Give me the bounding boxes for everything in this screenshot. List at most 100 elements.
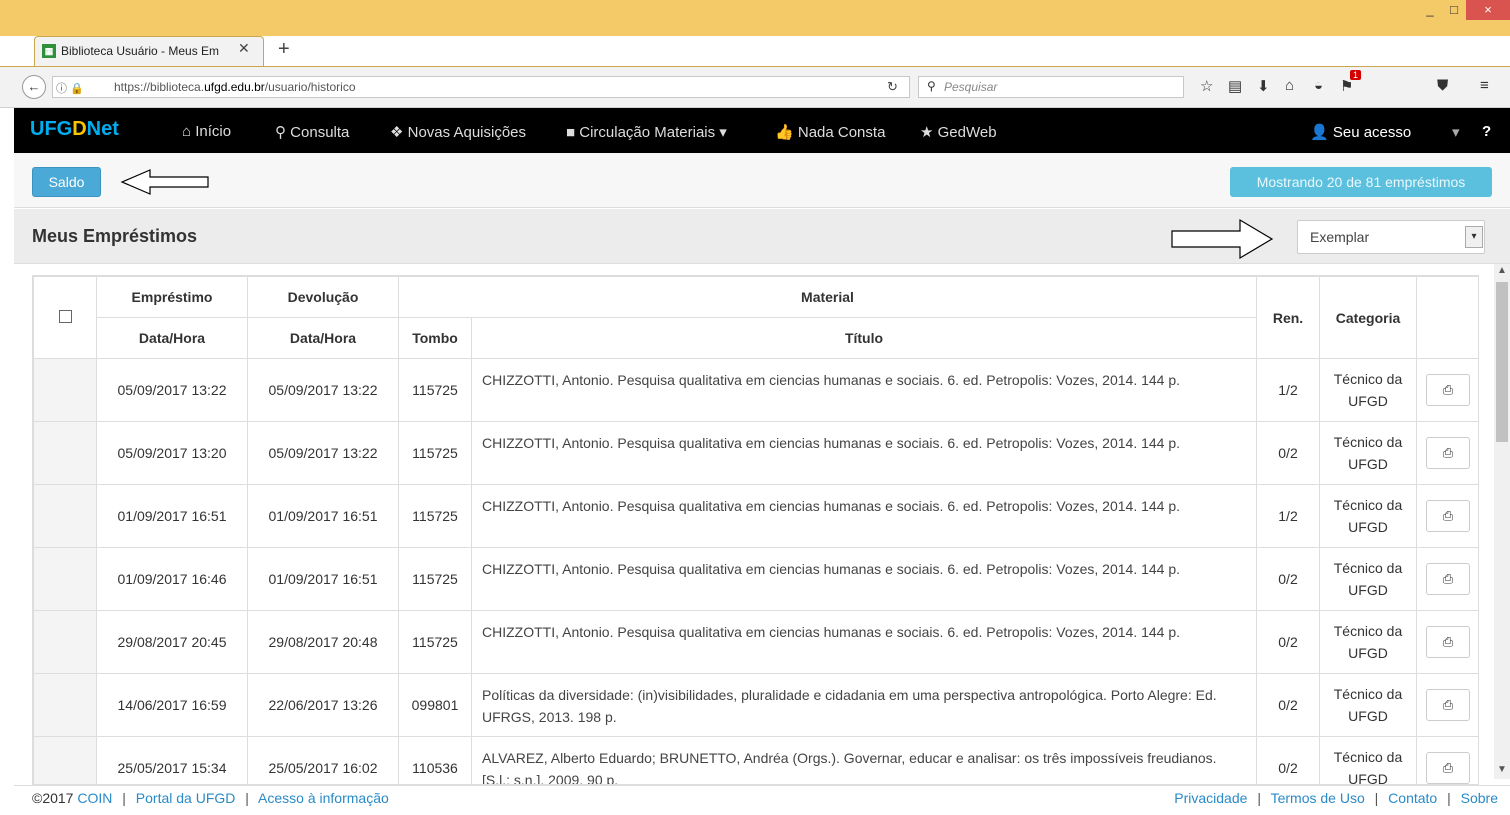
titulo-cell: CHIZZOTTI, Antonio. Pesquisa qualitativa… bbox=[471, 547, 1257, 611]
print-button[interactable]: ⎙ bbox=[1426, 689, 1470, 721]
print-button[interactable]: ⎙ bbox=[1426, 563, 1470, 595]
nav-item-inicio[interactable]: ⌂ Início bbox=[182, 123, 231, 140]
window-controls: _ □ × bbox=[1418, 0, 1510, 22]
nav-item-circulacao[interactable]: ■ Circulação Materiais ▾ bbox=[566, 123, 727, 141]
back-button[interactable]: ← bbox=[22, 75, 46, 99]
titulo-cell: Políticas da diversidade: (in)visibilida… bbox=[471, 673, 1257, 737]
row-select-cell bbox=[33, 421, 97, 485]
print-button[interactable]: ⎙ bbox=[1426, 626, 1470, 658]
coin-link[interactable]: COIN bbox=[77, 790, 112, 806]
nav-item-consulta[interactable]: ⚲ Consulta bbox=[275, 123, 349, 141]
titulo-cell: CHIZZOTTI, Antonio. Pesquisa qualitativa… bbox=[471, 610, 1257, 674]
download-icon[interactable]: ⬇ bbox=[1257, 77, 1270, 95]
reload-icon[interactable]: ↻ bbox=[887, 79, 898, 95]
menu-icon[interactable]: ≡ bbox=[1480, 77, 1489, 94]
ren-cell: 0/2 bbox=[1256, 673, 1320, 737]
titulo-cell: ALVAREZ, Alberto Eduardo; BRUNETTO, Andr… bbox=[471, 736, 1257, 784]
devolucao-cell: 22/06/2017 13:26 bbox=[247, 673, 399, 737]
new-tab-button[interactable]: + bbox=[278, 38, 290, 61]
bag-icon[interactable]: ⛊ bbox=[1437, 77, 1448, 94]
chevron-down-icon[interactable]: ▾ bbox=[1465, 226, 1483, 248]
tombo-cell: 110536 bbox=[398, 736, 472, 784]
table-row: 05/09/2017 13:22 05/09/2017 13:22 115725 CH… bbox=[33, 358, 1478, 422]
categoria-cell: Técnico da UFGD bbox=[1319, 421, 1417, 485]
print-button[interactable]: ⎙ bbox=[1426, 374, 1470, 406]
favicon-icon: ▦ bbox=[42, 44, 56, 58]
results-count-badge: Mostrando 20 de 81 empréstimos bbox=[1230, 167, 1492, 197]
site-info-icon[interactable]: ⓘ 🔒 bbox=[56, 80, 84, 96]
reading-list-icon[interactable]: ▤ bbox=[1228, 77, 1242, 95]
footer-separator: | bbox=[1257, 790, 1261, 806]
user-icon: 👤 bbox=[1310, 124, 1329, 141]
titulo-cell: CHIZZOTTI, Antonio. Pesquisa qualitativa… bbox=[471, 421, 1257, 485]
url-text[interactable]: https://biblioteca.ufgd.edu.br/usuario/h… bbox=[114, 80, 356, 94]
print-cell: ⎙ bbox=[1416, 736, 1478, 784]
nav-item-novas-aquisicoes[interactable]: ❖ Novas Aquisições bbox=[390, 123, 526, 141]
home-icon[interactable]: ⌂ bbox=[1285, 77, 1294, 94]
footer-separator: | bbox=[245, 790, 249, 806]
print-icon: ⎙ bbox=[1442, 445, 1454, 460]
logo[interactable]: UFGDNet bbox=[30, 118, 119, 141]
devolucao-cell: 29/08/2017 20:48 bbox=[247, 610, 399, 674]
titulo-cell: CHIZZOTTI, Antonio. Pesquisa qualitativa… bbox=[471, 358, 1257, 422]
help-link[interactable]: ? bbox=[1482, 123, 1491, 140]
close-window-button[interactable]: × bbox=[1466, 0, 1510, 20]
contato-link[interactable]: Contato bbox=[1388, 790, 1437, 806]
print-button[interactable]: ⎙ bbox=[1426, 437, 1470, 469]
categoria-cell: Técnico da UFGD bbox=[1319, 673, 1417, 737]
pocket-icon[interactable]: ◒ bbox=[1314, 77, 1323, 94]
row-select-cell bbox=[33, 358, 97, 422]
notification-icon[interactable]: ⚑ 1 bbox=[1340, 70, 1362, 95]
tombo-cell: 115725 bbox=[398, 421, 472, 485]
account-menu[interactable]: 👤 Seu acesso bbox=[1310, 123, 1411, 141]
sobre-link[interactable]: Sobre bbox=[1461, 790, 1498, 806]
browser-titlebar bbox=[0, 0, 1510, 36]
minimize-button[interactable]: _ bbox=[1418, 0, 1442, 20]
table-row: 05/09/2017 13:20 05/09/2017 13:22 115725 CH… bbox=[33, 421, 1478, 485]
devolucao-cell: 05/09/2017 13:22 bbox=[247, 358, 399, 422]
titulo-cell: CHIZZOTTI, Antonio. Pesquisa qualitativa… bbox=[471, 484, 1257, 548]
emprestimo-cell: 01/09/2017 16:46 bbox=[96, 547, 248, 611]
nav-item-nada-consta[interactable]: 👍 Nada Consta bbox=[775, 123, 885, 141]
emprestimo-cell: 01/09/2017 16:51 bbox=[96, 484, 248, 548]
categoria-cell: Técnico da UFGD bbox=[1319, 736, 1417, 784]
emprestimo-cell: 05/09/2017 13:20 bbox=[96, 421, 248, 485]
scroll-up-icon[interactable]: ▲ bbox=[1497, 265, 1507, 276]
scrollbar-thumb[interactable] bbox=[1496, 282, 1508, 442]
emprestimo-cell: 14/06/2017 16:59 bbox=[96, 673, 248, 737]
tombo-cell: 115725 bbox=[398, 547, 472, 611]
bookmark-star-icon[interactable]: ☆ bbox=[1200, 77, 1213, 95]
maximize-button[interactable]: □ bbox=[1442, 0, 1466, 20]
col-categoria: Categoria bbox=[1319, 276, 1417, 359]
select-all-checkbox[interactable] bbox=[58, 309, 72, 323]
footer-separator: | bbox=[122, 790, 126, 806]
print-icon: ⎙ bbox=[1442, 697, 1454, 712]
categoria-cell: Técnico da UFGD bbox=[1319, 484, 1417, 548]
privacidade-link[interactable]: Privacidade bbox=[1174, 790, 1247, 806]
account-caret-icon[interactable]: ▾ bbox=[1452, 123, 1460, 141]
scroll-down-icon[interactable]: ▼ bbox=[1497, 764, 1507, 775]
col-devolucao-datahora: Data/Hora bbox=[247, 317, 399, 359]
print-button[interactable]: ⎙ bbox=[1426, 752, 1470, 784]
termos-link[interactable]: Termos de Uso bbox=[1271, 790, 1365, 806]
nav-item-gedweb[interactable]: ★ GedWeb bbox=[920, 123, 997, 141]
footer-left: ©2017 COIN | Portal da UFGD | Acesso à i… bbox=[32, 790, 389, 806]
print-cell: ⎙ bbox=[1416, 673, 1478, 737]
portal-ufgd-link[interactable]: Portal da UFGD bbox=[136, 790, 236, 806]
emprestimo-cell: 05/09/2017 13:22 bbox=[96, 358, 248, 422]
ren-cell: 1/2 bbox=[1256, 484, 1320, 548]
saldo-button[interactable]: Saldo bbox=[32, 167, 101, 197]
copyright-text: ©2017 bbox=[32, 790, 74, 806]
select-all-cell bbox=[33, 276, 97, 359]
emprestimo-cell: 25/05/2017 15:34 bbox=[96, 736, 248, 784]
table-row: 01/09/2017 16:51 01/09/2017 16:51 115725 CH… bbox=[33, 484, 1478, 548]
categoria-cell: Técnico da UFGD bbox=[1319, 547, 1417, 611]
print-button[interactable]: ⎙ bbox=[1426, 500, 1470, 532]
print-icon: ⎙ bbox=[1442, 382, 1454, 397]
footer-separator: | bbox=[1447, 790, 1451, 806]
acesso-informacao-link[interactable]: Acesso à informação bbox=[258, 790, 389, 806]
footer-right: Privacidade | Termos de Uso | Contato | … bbox=[1174, 790, 1498, 806]
categoria-cell: Técnico da UFGD bbox=[1319, 358, 1417, 422]
tab-close-icon[interactable]: ✕ bbox=[238, 40, 250, 57]
footer-separator: | bbox=[1374, 790, 1379, 806]
